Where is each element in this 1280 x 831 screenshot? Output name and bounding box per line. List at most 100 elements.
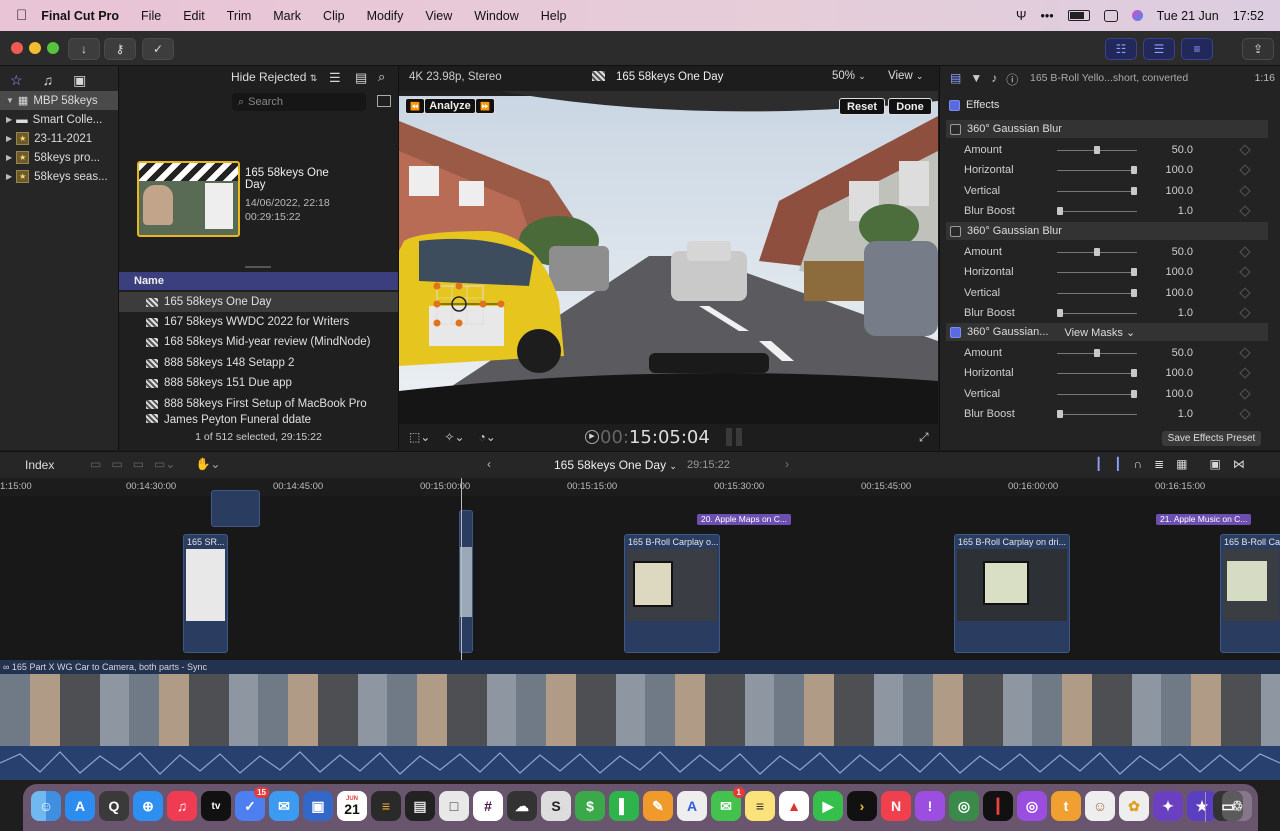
- close-button[interactable]: [11, 42, 23, 54]
- timeline-marker[interactable]: 21. Apple Music on C...: [1156, 514, 1252, 525]
- scrivener-icon[interactable]: S: [541, 791, 571, 821]
- keyframe-icon[interactable]: [1239, 164, 1251, 176]
- view-dropdown[interactable]: View ⌄: [888, 70, 923, 82]
- clip-thumbnail[interactable]: [137, 161, 240, 237]
- parameter-value[interactable]: 100.0: [1143, 287, 1193, 299]
- connected-clip[interactable]: 165 SR...: [183, 534, 228, 653]
- share-button[interactable]: ⇪: [1242, 38, 1274, 60]
- skimming-icon[interactable]: ┃: [1095, 457, 1102, 471]
- history-back-icon[interactable]: ‹: [487, 457, 491, 471]
- save-effects-preset-button[interactable]: Save Effects Preset: [1162, 431, 1261, 446]
- pages-icon[interactable]: ✎: [643, 791, 673, 821]
- background-tasks-button[interactable]: ✓: [142, 38, 174, 60]
- trash-icon[interactable]: ♲: [1222, 791, 1252, 821]
- effect-header[interactable]: 360° Gaussian... View Masks ⌄: [946, 323, 1268, 341]
- battery-icon[interactable]: [1067, 10, 1090, 21]
- fullscreen-icon[interactable]: ⤢: [919, 430, 929, 445]
- music-icon[interactable]: ♫: [167, 791, 197, 821]
- menu-file[interactable]: File: [141, 9, 161, 23]
- connected-clip[interactable]: [211, 490, 260, 527]
- parameter-value[interactable]: 1.0: [1143, 307, 1193, 319]
- photos-icon[interactable]: ✿: [1119, 791, 1149, 821]
- prompt-icon[interactable]: ›: [847, 791, 877, 821]
- finder-icon[interactable]: ☺: [31, 791, 61, 821]
- parameter-value[interactable]: 100.0: [1143, 367, 1193, 379]
- typeface-icon[interactable]: t: [1051, 791, 1081, 821]
- parameter-slider[interactable]: [1057, 413, 1137, 415]
- list-view-icon[interactable]: ☰: [329, 70, 341, 86]
- keyframe-icon[interactable]: [1239, 387, 1251, 400]
- video-inspector-icon[interactable]: ▤: [950, 71, 961, 88]
- parameter-slider[interactable]: [1057, 393, 1137, 395]
- resize-handle[interactable]: [245, 266, 271, 268]
- effect-enable-checkbox[interactable]: [950, 225, 961, 237]
- history-forward-icon[interactable]: ›: [785, 457, 789, 471]
- cloud-app-icon[interactable]: ☁: [507, 791, 537, 821]
- event-item[interactable]: ▶ ★ 58keys seas...: [0, 167, 118, 186]
- tracker-back-button[interactable]: ⏪: [405, 98, 425, 114]
- zoom-button[interactable]: [47, 42, 59, 54]
- index-button[interactable]: Index: [25, 458, 54, 472]
- game-icon[interactable]: ✦: [1153, 791, 1183, 821]
- app-store-icon[interactable]: A: [65, 791, 95, 821]
- keyframe-icon[interactable]: [1239, 246, 1251, 258]
- audio-skimming-icon[interactable]: ┃: [1114, 457, 1121, 471]
- reset-button[interactable]: Reset: [839, 98, 885, 115]
- info-inspector-icon[interactable]: ⓘ: [1006, 71, 1018, 88]
- snapping-icon[interactable]: ≣: [1154, 457, 1164, 471]
- parameter-slider[interactable]: [1057, 190, 1137, 192]
- zoom-dropdown[interactable]: 50% ⌄: [832, 70, 866, 82]
- keyframe-icon[interactable]: [1239, 286, 1251, 299]
- libraries-icon[interactable]: ☆: [10, 72, 23, 89]
- parameter-slider[interactable]: [1057, 292, 1137, 294]
- menu-clip[interactable]: Clip: [323, 9, 345, 23]
- minimize-button[interactable]: [29, 42, 41, 54]
- control-center-icon[interactable]: [1103, 9, 1118, 22]
- translate-icon[interactable]: A: [677, 791, 707, 821]
- affinity-icon[interactable]: ▲: [779, 791, 809, 821]
- menu-help[interactable]: Help: [541, 9, 567, 23]
- keyframe-icon[interactable]: [1239, 266, 1251, 278]
- slider-knob[interactable]: [1131, 186, 1137, 195]
- project-title[interactable]: 165 58keys One Day ⌄: [554, 458, 677, 472]
- slider-knob[interactable]: [1131, 166, 1137, 175]
- clip-row[interactable]: 168 58keys Mid-year review (MindNode): [119, 332, 398, 352]
- parameter-slider[interactable]: [1057, 210, 1137, 212]
- event-item[interactable]: ▶ ▬ Smart Colle...: [0, 110, 118, 129]
- keyframe-icon[interactable]: [1239, 307, 1251, 319]
- slider-knob[interactable]: [1094, 146, 1100, 154]
- calendar-icon[interactable]: JUN 21: [337, 791, 367, 821]
- preview-icon[interactable]: □: [439, 791, 469, 821]
- clip-row[interactable]: James Peyton Funeral ddate: [119, 414, 398, 426]
- clip-row[interactable]: 165 58keys One Day: [119, 292, 398, 312]
- timecode-display[interactable]: 00:15:05:04: [600, 427, 710, 448]
- slider-knob[interactable]: [1094, 248, 1100, 256]
- menu-edit[interactable]: Edit: [183, 9, 205, 23]
- slider-knob[interactable]: [1057, 308, 1063, 317]
- screens-icon[interactable]: ▣: [303, 791, 333, 821]
- timeline-toggle-button[interactable]: ☰: [1143, 38, 1175, 60]
- messages-icon[interactable]: ✉ 1: [711, 787, 745, 821]
- tracker-forward-button[interactable]: ⏩: [475, 98, 495, 114]
- hide-rejected-dropdown[interactable]: Hide Rejected ⇅: [231, 70, 317, 84]
- parameter-slider[interactable]: [1057, 272, 1137, 274]
- play-button[interactable]: ▶: [585, 430, 599, 444]
- video-frame[interactable]: ⏪ Analyze ⏩ Reset Done: [399, 91, 938, 424]
- timeline-marker[interactable]: 20. Apple Maps on C...: [697, 514, 791, 525]
- done-button[interactable]: Done: [888, 98, 932, 115]
- notes-icon[interactable]: ≡: [745, 791, 775, 821]
- insert-edit-icon[interactable]: ▭: [111, 457, 122, 471]
- effect-enable-checkbox[interactable]: [950, 123, 961, 135]
- mail-icon[interactable]: ✉: [269, 791, 299, 821]
- select-tool-icon[interactable]: ✋⌄: [195, 457, 220, 471]
- earth-icon[interactable]: ◎: [949, 791, 979, 821]
- voice-memos-icon[interactable]: ┃: [983, 791, 1013, 821]
- menubar-date[interactable]: Tue 21 Jun: [1157, 9, 1219, 23]
- browser-toggle-button[interactable]: ☷: [1105, 38, 1137, 60]
- slider-knob[interactable]: [1094, 349, 1100, 357]
- keyframe-icon[interactable]: [1239, 184, 1251, 197]
- menu-trim[interactable]: Trim: [227, 9, 252, 23]
- name-column-header[interactable]: Name: [119, 272, 398, 290]
- parameter-value[interactable]: 1.0: [1143, 408, 1193, 420]
- connected-clip[interactable]: 165 B-Roll Carplay on dri...: [954, 534, 1070, 653]
